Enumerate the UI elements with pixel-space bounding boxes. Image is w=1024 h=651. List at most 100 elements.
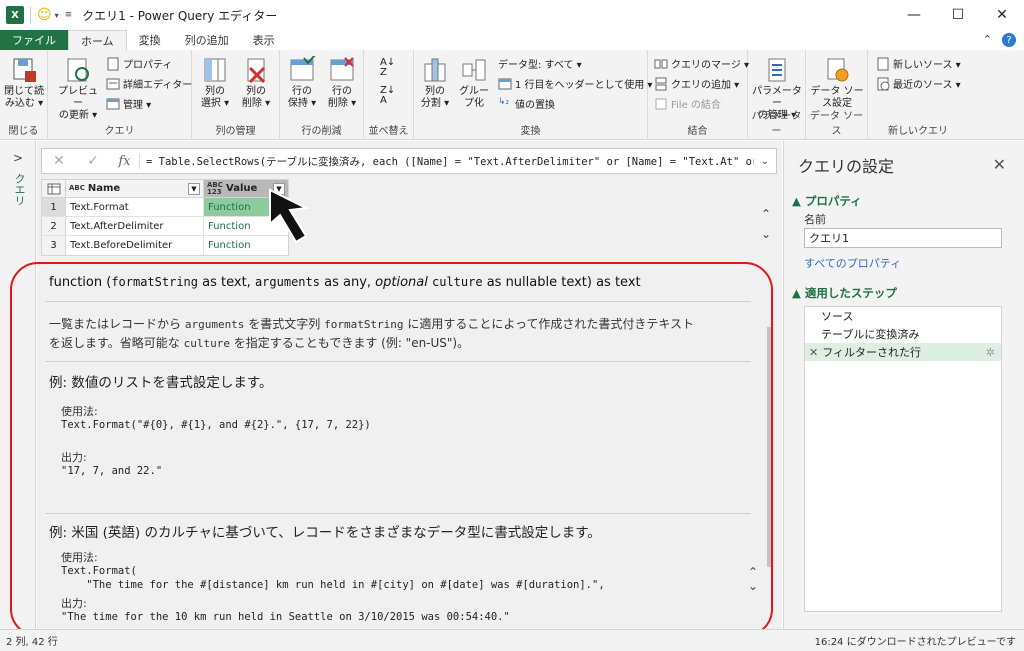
group-label-new-query: 新しいクエリ [888,126,948,137]
sort-ascending-button[interactable]: A↓ Z [380,58,395,78]
all-properties-link[interactable]: すべてのプロパティ [804,255,901,271]
data-source-settings-button[interactable]: データ ソー ス設定 [810,56,864,110]
new-source-icon [876,57,890,71]
table-menu-icon[interactable] [42,180,66,197]
remove-rows-button[interactable]: 行の 削除 ▾ [322,56,362,110]
cell-name[interactable]: Text.AfterDelimiter [66,217,204,235]
formula-input[interactable]: = Table.SelectRows(テーブルに変換済み, each ([Nam… [140,154,754,169]
data-grid: ABC Name ▼ ABC 123 Value ▼ 1 Text.Format… [41,179,289,256]
manage-button[interactable]: 管理 ▾ [106,96,151,111]
grid-header: ABC Name ▼ ABC 123 Value ▼ [42,180,288,198]
append-queries-button[interactable]: クエリの追加 ▾ [654,76,739,91]
text-type-icon[interactable]: ABC [69,185,85,192]
cell-name[interactable]: Text.BeforeDelimiter [66,236,204,255]
group-by-button[interactable]: グルー プ化 [454,56,494,110]
split-column-button[interactable]: 列の 分割 ▾ [416,56,454,110]
grid-scroll-arrows[interactable]: ⌃ ⌄ [761,207,775,241]
help-icon[interactable]: ? [1002,33,1016,47]
minimize-button[interactable]: — [892,0,936,30]
column-header-name[interactable]: ABC Name ▼ [66,180,204,197]
keep-rows-button[interactable]: 行の 保持 ▾ [282,54,322,110]
row-number[interactable]: 2 [42,217,66,235]
remove-columns-button[interactable]: 列の 削除 ▾ [236,56,276,110]
group-label-transform: 変換 [520,126,541,137]
chevron-down-icon[interactable]: ▾ [55,11,59,20]
close-and-load-button[interactable]: 閉じて読 み込む ▾ [4,56,44,110]
table-row[interactable]: 3 Text.BeforeDelimiter Function [42,236,288,255]
new-source-button[interactable]: 新しいソース ▾ [876,56,961,71]
close-icon[interactable]: ✕ [993,155,1006,174]
tab-view[interactable]: 表示 [241,30,287,50]
expand-formula-icon[interactable]: ⌄ [754,156,776,167]
title-bar: X ☺ ▾ ≡ クエリ1 - Power Query エディター — ☐ ✕ [0,0,1024,30]
group-label-combine: 結合 [687,126,708,137]
tab-home[interactable]: ホーム [68,30,127,50]
feedback-smiley-icon[interactable]: ☺ [37,7,52,23]
replace-values-button[interactable]: ↳₂ 値の置換 [498,96,555,112]
function-signature: function (formatString as text, argument… [49,275,641,290]
remove-rows-icon [328,56,356,84]
close-button[interactable]: ✕ [980,0,1024,30]
applied-steps-section-header[interactable]: ▲ 適用したステップ [792,285,897,301]
confirm-formula-icon[interactable]: ✓ [76,153,110,169]
example-1-code: Text.Format("#{0}, #{1}, and #{2}.", {17… [61,419,371,431]
group-label-close: 閉じる [8,126,39,137]
step-converted-to-table[interactable]: テーブルに変換済み [805,325,1001,343]
query-settings-pane: クエリの設定 ✕ ▲ プロパティ 名前 クエリ1 すべてのプロパティ ▲ 適用し… [783,141,1024,629]
table-row[interactable]: 1 Text.Format Function [42,198,288,217]
tab-add-column[interactable]: 列の追加 [173,30,241,50]
header-row-icon [498,77,512,91]
gear-icon[interactable]: ✲ [986,346,995,359]
quick-access-customize-icon[interactable]: ≡ [65,10,73,20]
sort-descending-button[interactable]: Z↓ A [380,86,395,106]
scroll-up-icon[interactable]: ⌃ [761,207,775,221]
row-number[interactable]: 3 [42,236,66,255]
expand-queries-icon[interactable]: > [13,151,23,165]
fx-icon[interactable]: fx [110,153,140,169]
doc-scrollbar[interactable] [767,327,771,567]
cancel-formula-icon[interactable]: ✕ [42,153,76,169]
use-first-row-as-headers-button[interactable]: 1 行目をヘッダーとして使用 ▾ [498,76,652,91]
ribbon-collapse-icon[interactable]: ⌃ [983,33,992,47]
example-1-usage-label: 使用法: [61,405,98,418]
any-type-icon[interactable]: ABC 123 [207,181,223,196]
tab-transform[interactable]: 変換 [127,30,173,50]
cell-name[interactable]: Text.Format [66,198,204,216]
properties-button[interactable]: プロパティ [106,56,172,71]
queries-pane-label[interactable]: クエリ [11,173,27,206]
combine-files-button[interactable]: File の結合 [654,96,721,111]
group-label-query: クエリ [104,126,135,137]
divider [45,513,751,514]
merge-queries-button[interactable]: クエリのマージ ▾ [654,56,749,71]
advanced-editor-button[interactable]: 詳細エディター [106,76,192,91]
example-1-output-label: 出力: [61,451,87,464]
example-2-output-label: 出力: [61,597,87,610]
step-filtered-rows[interactable]: ✕ フィルターされた行 ✲ [805,343,1001,361]
doc-scroll-arrows[interactable]: ⌃ ⌄ [748,565,758,593]
scroll-down-icon[interactable]: ⌄ [748,579,758,593]
row-number[interactable]: 1 [42,198,66,216]
group-sort: A↓ Z Z↓ A 並べ替え [364,50,414,140]
properties-section-header[interactable]: ▲ プロパティ [792,193,862,209]
status-bar: 2 列, 42 行 16:24 にダウンロードされたプレビューです [0,629,1024,651]
step-source[interactable]: ソース [805,307,1001,325]
maximize-button[interactable]: ☐ [936,0,980,30]
group-data-source: データ ソー ス設定 データ ソース [806,50,868,140]
choose-columns-button[interactable]: 列の 選択 ▾ [196,56,234,110]
group-label-parameters: パラメーター [751,111,802,137]
example-2-usage-label: 使用法: [61,551,98,564]
refresh-preview-button[interactable]: プレビュー の更新 ▾ [54,56,102,122]
mouse-cursor-icon [269,188,310,244]
scroll-down-icon[interactable]: ⌄ [761,227,775,241]
query-name-input[interactable]: クエリ1 [804,228,1002,248]
recent-sources-button[interactable]: 最近のソース ▾ [876,76,961,91]
properties-icon [106,57,120,71]
tab-file[interactable]: ファイル [0,30,68,50]
filter-active-icon[interactable]: ▼ [188,182,200,195]
refresh-preview-icon [64,56,92,84]
data-type-dropdown[interactable]: データ型: すべて ▾ [498,56,582,71]
delete-step-icon[interactable]: ✕ [809,346,818,359]
divider [45,361,751,362]
scroll-up-icon[interactable]: ⌃ [748,565,758,579]
table-row[interactable]: 2 Text.AfterDelimiter Function [42,217,288,236]
